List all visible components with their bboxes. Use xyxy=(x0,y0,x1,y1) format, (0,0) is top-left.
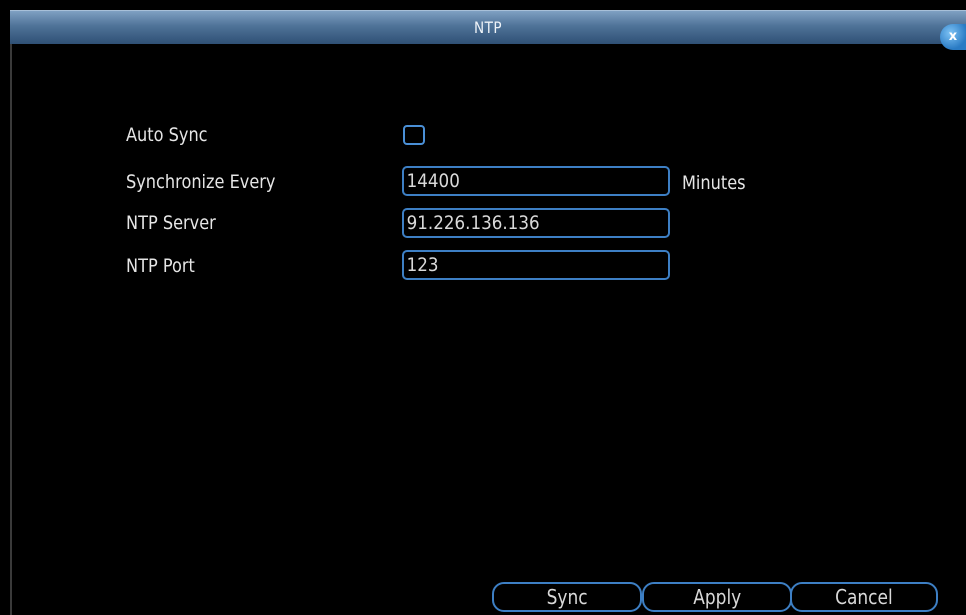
ntp-dialog: NTP x Auto Sync Synchronize Every Minute… xyxy=(0,0,966,615)
auto-sync-label: Auto Sync xyxy=(126,124,208,146)
sync-button-label: Sync xyxy=(546,585,588,609)
cancel-button[interactable]: Cancel xyxy=(790,582,938,612)
close-icon: x xyxy=(948,29,958,44)
minutes-unit-label: Minutes xyxy=(682,172,746,194)
ntp-server-input[interactable] xyxy=(404,210,637,236)
dialog-left-border xyxy=(10,44,12,615)
sync-every-field[interactable] xyxy=(402,166,670,196)
title-bar: NTP x xyxy=(10,10,966,50)
sync-button[interactable]: Sync xyxy=(492,582,642,612)
ntp-port-input[interactable] xyxy=(404,252,637,278)
close-button[interactable]: x xyxy=(940,24,966,50)
cancel-button-label: Cancel xyxy=(835,585,893,609)
ntp-port-label: NTP Port xyxy=(126,255,195,277)
sync-every-label: Synchronize Every xyxy=(126,171,276,193)
ntp-port-field[interactable] xyxy=(402,250,670,280)
auto-sync-checkbox[interactable] xyxy=(403,125,425,145)
apply-button-label: Apply xyxy=(693,585,741,609)
sync-every-input[interactable] xyxy=(404,168,637,194)
dialog-title: NTP xyxy=(474,18,502,37)
apply-button[interactable]: Apply xyxy=(642,582,792,612)
ntp-server-field[interactable] xyxy=(402,208,670,238)
ntp-server-label: NTP Server xyxy=(126,212,216,234)
